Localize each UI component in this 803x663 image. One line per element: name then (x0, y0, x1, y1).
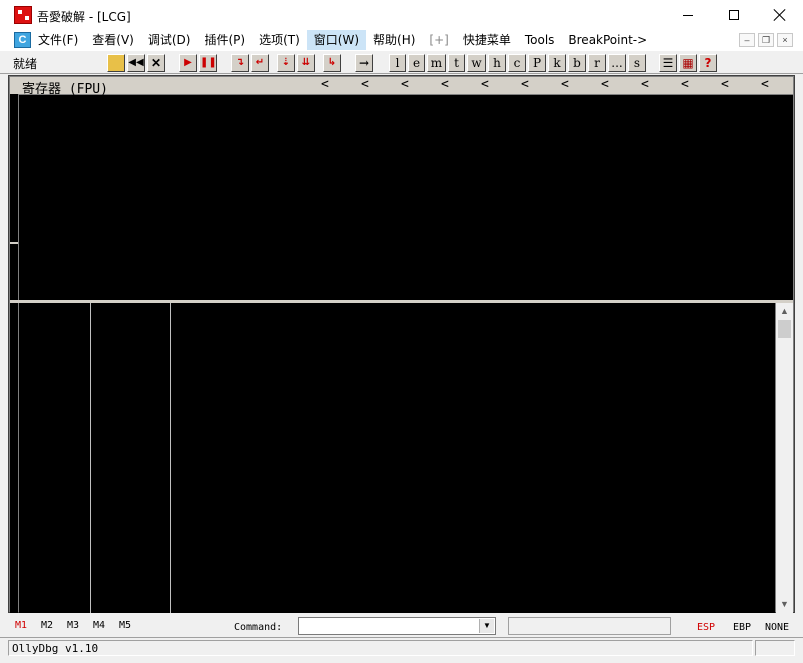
scroll-left-icon[interactable]: < (679, 77, 719, 93)
options-icon[interactable]: ▦ (679, 54, 697, 72)
window-title: 吾愛破解 - [LCG] (37, 10, 131, 24)
mdi-minimize-button[interactable]: – (739, 33, 755, 47)
menu-item-2[interactable]: 调试(D) (141, 30, 198, 50)
scroll-down-icon[interactable]: ▼ (776, 596, 793, 613)
run-icon[interactable]: ▶ (179, 54, 197, 72)
scroll-left-icon[interactable]: < (519, 77, 559, 93)
pane-separator (10, 242, 18, 244)
restart-icon[interactable]: ◀◀ (127, 54, 145, 72)
menu-item-0[interactable]: 文件(F) (31, 30, 85, 50)
chevron-down-icon[interactable]: ▼ (479, 619, 494, 633)
registers-header: 寄存器 (FPU) < < < < < < < < < < < < (10, 77, 793, 97)
scroll-left-icon[interactable]: < (599, 77, 639, 93)
window-button-1[interactable]: e (408, 54, 425, 72)
mdi-restore-button[interactable]: ❐ (758, 33, 774, 47)
memory-button-2[interactable]: M3 (67, 620, 79, 631)
memory-button-4[interactable]: M5 (119, 620, 131, 631)
window-button-5[interactable]: h (488, 54, 506, 72)
help-icon[interactable]: ? (699, 54, 717, 72)
window-button-6[interactable]: c (508, 54, 526, 72)
scroll-left-icon[interactable]: < (559, 77, 599, 93)
goto-icon[interactable]: → (355, 54, 373, 72)
scroll-left-icon[interactable]: < (439, 77, 479, 93)
window-button-7[interactable]: P (528, 54, 546, 72)
window-button-9[interactable]: b (568, 54, 586, 72)
menu-item-4[interactable]: 选项(T) (252, 30, 307, 50)
scroll-left-icon[interactable]: < (759, 77, 799, 93)
registers-pane[interactable] (19, 95, 793, 300)
menu-item-5[interactable]: 窗口(W) (306, 30, 367, 50)
window-button-12[interactable]: s (628, 54, 646, 72)
window-button-3[interactable]: t (448, 54, 465, 72)
trace-into-icon[interactable]: ⇣ (277, 54, 295, 72)
registers-scroll-arrows: < < < < < < < < < < < < (319, 77, 799, 93)
status-text: OllyDbg v1.10 (12, 642, 99, 655)
memory-button-1[interactable]: M2 (41, 620, 53, 631)
close-icon (774, 9, 786, 21)
list-icon[interactable]: ☰ (659, 54, 677, 72)
execute-till-return-icon[interactable]: ↳ (323, 54, 341, 72)
window-button-8[interactable]: k (548, 54, 566, 72)
command-result-field (508, 617, 671, 635)
step-into-icon[interactable]: ↴ (231, 54, 249, 72)
maximize-icon (729, 10, 739, 20)
scroll-left-icon[interactable]: < (719, 77, 759, 93)
stack-pane[interactable] (19, 303, 775, 613)
window-button-2[interactable]: m (427, 54, 446, 72)
address-column-divider[interactable] (90, 303, 91, 613)
memory-button-3[interactable]: M4 (93, 620, 105, 631)
status-cell-secondary (755, 640, 795, 656)
vertical-scrollbar[interactable]: ▲ ▼ (776, 303, 793, 613)
scroll-up-icon[interactable]: ▲ (776, 303, 793, 320)
window-button-10[interactable]: r (588, 54, 606, 72)
menu-item-8[interactable]: 快捷菜单 (456, 30, 518, 50)
minimize-button[interactable] (665, 0, 711, 30)
scroll-left-icon[interactable]: < (359, 77, 399, 93)
window-button-0[interactable]: l (389, 54, 406, 72)
open-file-icon[interactable] (107, 54, 125, 72)
register-button-0[interactable]: ESP (697, 622, 715, 633)
ready-status: 就绪 (13, 57, 38, 71)
status-cell: OllyDbg v1.10 (8, 640, 753, 656)
minimize-icon (683, 14, 693, 16)
memory-button-0[interactable]: M1 (15, 620, 27, 631)
close-button[interactable] (757, 0, 803, 30)
window-button-4[interactable]: w (467, 54, 486, 72)
child-window-icon[interactable]: C (14, 32, 31, 48)
command-label: Command: (234, 622, 283, 633)
command-bar: M1 M2 M3 M4 M5 Command: ▼ ESP EBP NONE (0, 615, 803, 637)
menu-item-6[interactable]: 帮助(H) (366, 30, 422, 50)
status-bar: OllyDbg v1.10 (0, 637, 803, 657)
register-button-2[interactable]: NONE (765, 622, 789, 633)
pause-icon[interactable]: ❚❚ (199, 54, 217, 72)
value-column-divider[interactable] (170, 303, 171, 613)
app-icon[interactable] (14, 6, 32, 24)
mdi-close-button[interactable]: × (777, 33, 793, 47)
menu-items: 文件(F) 查看(V) 调试(D) 插件(P) 选项(T) 窗口(W) 帮助(H) [+] 快捷… (31, 30, 654, 50)
scroll-left-icon[interactable]: < (479, 77, 519, 93)
scroll-left-icon[interactable]: < (319, 77, 359, 93)
menu-item-9[interactable]: Tools (518, 30, 562, 50)
toolbar: 就绪 ◀◀ ✕ ▶ ❚❚ ↴ ↵ ⇣ ⇊ ↳ → l e m t w h c Pk b r... s… (0, 50, 803, 74)
scroll-thumb[interactable] (778, 320, 791, 338)
menu-item-10[interactable]: BreakPoint-> (561, 30, 654, 50)
menu-bar: C 文件(F) 查看(V) 调试(D) 插件(P) 选项(T) 窗口(W) 帮助(H) [+]… (0, 30, 803, 50)
window-button-11[interactable]: ... (608, 54, 626, 72)
command-input[interactable]: ▼ (298, 617, 496, 635)
step-over-icon[interactable]: ↵ (251, 54, 269, 72)
dump-pane-edge[interactable] (10, 303, 18, 613)
title-bar: 吾愛破解 - [LCG] (0, 0, 803, 30)
disasm-pane-edge[interactable] (10, 77, 18, 301)
menu-item-7[interactable]: [+] (422, 30, 455, 50)
register-button-1[interactable]: EBP (733, 622, 751, 633)
close-program-icon[interactable]: ✕ (147, 54, 165, 72)
trace-over-icon[interactable]: ⇊ (297, 54, 315, 72)
maximize-button[interactable] (711, 0, 757, 30)
scroll-left-icon[interactable]: < (639, 77, 679, 93)
menu-item-3[interactable]: 插件(P) (197, 30, 252, 50)
scroll-left-icon[interactable]: < (399, 77, 439, 93)
menu-item-1[interactable]: 查看(V) (85, 30, 141, 50)
